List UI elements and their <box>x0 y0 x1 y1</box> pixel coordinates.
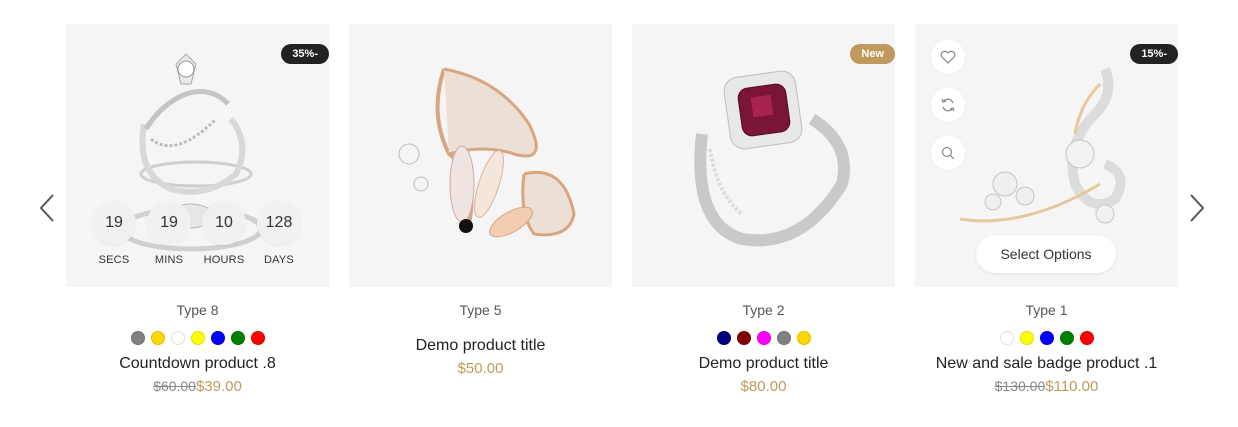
countdown-value: 19 <box>147 201 191 245</box>
ring-image <box>694 70 850 247</box>
countdown-value: 128 <box>257 201 301 245</box>
color-swatch[interactable] <box>1059 331 1074 345</box>
color-swatches <box>915 331 1178 345</box>
color-swatch[interactable] <box>230 331 245 345</box>
countdown-label: HOURS <box>203 254 245 266</box>
color-swatch[interactable] <box>250 331 265 345</box>
heart-icon <box>940 50 956 64</box>
old-price: $60.00 <box>153 378 196 394</box>
color-swatch[interactable] <box>190 331 205 345</box>
product-type: Type 8 <box>176 302 219 318</box>
product-image[interactable] <box>349 24 612 287</box>
select-options-button[interactable]: Select Options <box>976 235 1116 273</box>
product-image[interactable]: New <box>632 24 895 287</box>
color-swatch[interactable] <box>130 331 145 345</box>
color-swatch[interactable] <box>210 331 225 345</box>
product-title[interactable]: New and sale badge product .1 <box>915 355 1178 373</box>
color-swatch[interactable] <box>776 331 791 345</box>
discount-badge: 35%- <box>281 44 329 64</box>
product-card[interactable]: 15%- Select Options Type 1 New and sale … <box>915 24 1178 395</box>
sale-price: $110.00 <box>1045 378 1099 395</box>
compare-button[interactable] <box>931 88 965 122</box>
color-swatch[interactable] <box>756 331 771 345</box>
product-card[interactable]: Type 5 Demo product title $50.00 <box>349 24 612 377</box>
countdown-label: SECS <box>98 254 130 266</box>
product-price: $50.00 <box>349 360 612 377</box>
wishlist-button[interactable] <box>931 40 965 74</box>
color-swatch[interactable] <box>999 331 1014 345</box>
color-swatch[interactable] <box>796 331 811 345</box>
countdown-timer: 19 SECS 19 MINS 10 HOURS 128 DAYS <box>89 201 309 271</box>
product-card[interactable]: 35%- 19 SECS 19 MINS 10 HOURS 128 DAYS T… <box>66 24 329 395</box>
product-type: Type 2 <box>742 302 785 318</box>
discount-badge: 15%- <box>1130 44 1178 64</box>
product-card[interactable]: New Type 2 Demo product title $80.00 <box>632 24 895 395</box>
color-swatch[interactable] <box>716 331 731 345</box>
color-swatch[interactable] <box>1079 331 1094 345</box>
color-swatch[interactable] <box>170 331 185 345</box>
product-image[interactable]: 35%- 19 SECS 19 MINS 10 HOURS 128 DAYS <box>66 24 329 287</box>
refresh-icon <box>941 98 955 112</box>
product-price: $80.00 <box>632 378 895 395</box>
sale-price: $39.00 <box>195 378 242 395</box>
product-title[interactable]: Countdown product .8 <box>66 355 329 373</box>
color-swatch[interactable] <box>1039 331 1054 345</box>
old-price: $130.00 <box>994 378 1046 394</box>
product-title[interactable]: Demo product title <box>632 355 895 373</box>
chevron-left-icon <box>39 194 54 222</box>
countdown-label: DAYS <box>264 254 294 266</box>
quick-actions <box>931 40 967 184</box>
new-badge: New <box>850 44 895 64</box>
product-image[interactable]: 15%- Select Options <box>915 24 1178 287</box>
product-type: Type 5 <box>459 302 502 318</box>
brooch-image <box>398 67 576 238</box>
carousel-next-button[interactable] <box>1185 190 1209 226</box>
countdown-secs: 19 SECS <box>91 201 137 266</box>
countdown-mins: 19 MINS <box>146 201 192 266</box>
color-swatch[interactable] <box>1019 331 1034 345</box>
color-swatch[interactable] <box>736 331 751 345</box>
product-price: $60.00$39.00 <box>66 378 329 395</box>
carousel-prev-button[interactable] <box>35 190 59 226</box>
countdown-value: 19 <box>92 201 136 245</box>
countdown-value: 10 <box>202 201 246 245</box>
sale-price: $80.00 <box>740 378 787 395</box>
product-price: $130.00$110.00 <box>915 378 1178 395</box>
search-icon <box>941 146 955 160</box>
chevron-right-icon <box>1190 194 1205 222</box>
product-type: Type 1 <box>1025 302 1068 318</box>
quick-view-button[interactable] <box>931 136 965 170</box>
countdown-hours: 10 HOURS <box>201 201 247 266</box>
color-swatches <box>66 331 329 345</box>
countdown-label: MINS <box>154 254 184 266</box>
color-swatch[interactable] <box>150 331 165 345</box>
countdown-days: 128 DAYS <box>256 201 302 266</box>
product-title[interactable]: Demo product title <box>349 337 612 355</box>
sale-price: $50.00 <box>457 360 504 377</box>
color-swatches <box>632 331 895 345</box>
